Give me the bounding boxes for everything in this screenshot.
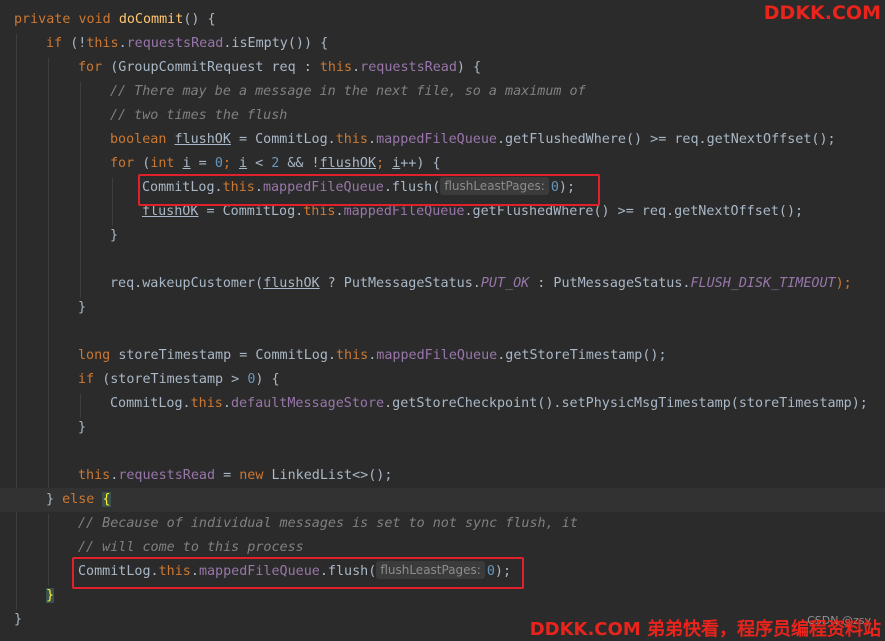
code-line[interactable]: } [110, 224, 118, 248]
code-comment[interactable]: // two times the flush [110, 104, 287, 128]
code-line[interactable]: req.wakeupCustomer(flushOK ? PutMessageS… [110, 272, 852, 296]
code-text: .getStoreCheckpoint().setPhysicMsgTimest… [384, 396, 868, 411]
highlight-box [72, 557, 524, 589]
keyword: this [190, 396, 223, 411]
code-text: . [118, 36, 127, 51]
highlight-box [138, 174, 600, 206]
keyword: if [46, 36, 71, 51]
code-text: (GroupCommitRequest req : [110, 60, 320, 75]
code-line[interactable]: for (int i = 0; i < 2 && !flushOK; i++) … [110, 152, 441, 176]
keyword: this [86, 36, 119, 51]
indent-guide [80, 82, 81, 298]
code-line[interactable]: } [78, 416, 86, 440]
indent-guide [80, 394, 81, 418]
code-text: . [368, 132, 377, 147]
code-text: . [222, 396, 231, 411]
code-line[interactable]: long storeTimestamp = CommitLog.this.map… [78, 344, 667, 368]
keyword: else [62, 492, 103, 507]
keyword: this [78, 468, 111, 483]
code-text: LinkedList<>(); [271, 468, 393, 483]
indent-guide [48, 514, 49, 586]
code-text: (! [70, 36, 87, 51]
code-text: } [46, 492, 63, 507]
code-text: && ! [279, 156, 320, 171]
code-editor[interactable]: private void doCommit() { if (!this.requ… [0, 0, 885, 638]
keyword: if [78, 372, 103, 387]
keyword: this [303, 204, 336, 219]
field: mappedFileQueue [376, 348, 498, 363]
keyword: this [319, 60, 353, 75]
code-line-current[interactable]: } else { [0, 488, 885, 512]
field: requestsRead [126, 36, 224, 51]
field: defaultMessageStore [230, 396, 385, 411]
code-line[interactable]: private void doCommit() { [14, 8, 216, 32]
code-line[interactable]: if (storeTimestamp > 0) { [78, 368, 280, 392]
field: requestsRead [360, 60, 457, 75]
code-line[interactable]: for (GroupCommitRequest req : this.reque… [78, 56, 481, 80]
code-text: < [247, 156, 272, 171]
code-text: : PutMessageStatus. [529, 276, 691, 291]
watermark-top: DDKK.COM [763, 2, 881, 24]
code-line[interactable]: } [46, 584, 55, 608]
constant: FLUSH_DISK_TIMEOUT [690, 276, 836, 291]
keyword: private void [14, 12, 119, 27]
keyword: this [335, 132, 368, 147]
keyword: int [150, 156, 183, 171]
keyword: for [78, 60, 111, 75]
code-text: (storeTimestamp > [102, 372, 248, 387]
code-line[interactable]: } [14, 608, 22, 632]
variable: flushOK [174, 132, 231, 147]
code-text: ; [376, 156, 393, 171]
code-text: ? PutMessageStatus. [319, 276, 481, 291]
keyword: this [335, 348, 369, 363]
code-line[interactable]: } [78, 296, 86, 320]
code-text: = CommitLog. [198, 204, 304, 219]
code-text: .getFlushedWhere() >= req.getNextOffset(… [464, 204, 804, 219]
keyword: long [78, 348, 119, 363]
code-text: ++) { [400, 156, 441, 171]
code-text: = CommitLog. [230, 132, 336, 147]
code-text: = [215, 468, 240, 483]
code-text: .isEmpty()) { [223, 36, 329, 51]
code-line[interactable]: CommitLog.this.defaultMessageStore.getSt… [110, 392, 868, 416]
field: mappedFileQueue [376, 132, 497, 147]
code-line[interactable]: if (!this.requestsRead.isEmpty()) { [46, 32, 328, 56]
code-text: . [352, 60, 361, 75]
code-comment[interactable]: // Because of individual messages is set… [78, 512, 578, 536]
watermark-bottom: DDKK.COM 弟弟快看，程序员编程资料站 [529, 619, 881, 640]
variable: i [182, 156, 191, 171]
variable: flushOK [142, 204, 199, 219]
method-name: doCommit [118, 12, 184, 27]
constant: PUT_OK [480, 276, 530, 291]
code-text: = [190, 156, 215, 171]
indent-guide [112, 178, 113, 226]
code-text: storeTimestamp = CommitLog. [118, 348, 336, 363]
code-text: ); [835, 276, 852, 291]
matched-brace: } [46, 588, 55, 603]
code-text: () { [183, 12, 216, 27]
field: mappedFileQueue [343, 204, 465, 219]
code-text: .getStoreTimestamp(); [497, 348, 667, 363]
code-text: ; [222, 156, 239, 171]
code-text: ) { [255, 372, 280, 387]
code-line[interactable]: this.requestsRead = new LinkedList<>(); [78, 464, 392, 488]
keyword: new [239, 468, 272, 483]
keyword: boolean [110, 132, 175, 147]
code-text: . [335, 204, 344, 219]
indent-guide [48, 58, 49, 490]
code-text: .getFlushedWhere() >= req.getNextOffset(… [497, 132, 836, 147]
code-text: ) { [456, 60, 482, 75]
code-comment[interactable]: // There may be a message in the next fi… [110, 80, 586, 104]
variable: i [239, 156, 248, 171]
field: requestsRead [118, 468, 216, 483]
code-line[interactable]: boolean flushOK = CommitLog.this.mappedF… [110, 128, 836, 152]
code-text: req.wakeupCustomer( [110, 276, 264, 291]
matched-brace: { [102, 492, 111, 507]
number-literal: 0 [214, 156, 223, 171]
variable: flushOK [319, 156, 377, 171]
code-text: CommitLog. [110, 396, 191, 411]
indent-guide [16, 34, 17, 610]
keyword: for [110, 156, 143, 171]
variable: flushOK [263, 276, 320, 291]
